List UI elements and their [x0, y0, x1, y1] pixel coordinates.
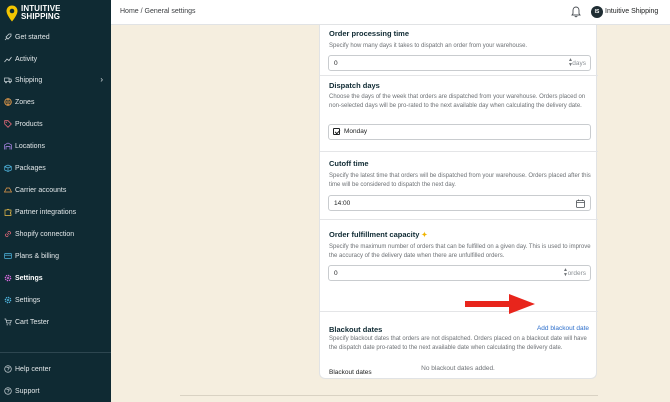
top-bar: Home / General settings IS Intuitive Shi…	[111, 0, 670, 25]
processing-days-input[interactable]: 0 ▲ ▼ days	[328, 55, 591, 71]
carrier-icon	[4, 186, 12, 194]
sidebar-item-carrier-accounts[interactable]: Carrier accounts	[0, 180, 111, 200]
monday-checkbox[interactable]	[333, 128, 340, 135]
gear-icon	[4, 274, 12, 282]
input-suffix: days	[572, 60, 586, 67]
section-description: Specify the maximum number of orders tha…	[329, 244, 591, 259]
puzzle-icon	[4, 208, 12, 216]
sidebar-item-partner-integrations[interactable]: Partner integrations	[0, 202, 111, 222]
link-icon	[4, 230, 12, 238]
calendar-icon[interactable]	[576, 199, 585, 208]
sidebar-item-label: Help center	[15, 365, 51, 373]
sidebar-item-zones[interactable]: Zones	[0, 92, 111, 112]
card-icon	[4, 252, 12, 260]
chart-icon	[4, 55, 12, 63]
cutoff-time-input[interactable]: 14:00	[328, 195, 591, 211]
rocket-icon	[4, 33, 12, 41]
sidebar-item-label: Products	[15, 120, 43, 128]
input-value: 14:00	[334, 200, 351, 207]
sidebar-item-settings-active[interactable]: Settings	[0, 268, 111, 288]
section-title: Order processing time	[329, 29, 410, 38]
sidebar-item-label: Zones	[15, 98, 35, 106]
section-description: Specify the latest time that orders will…	[329, 173, 591, 188]
avatar[interactable]: IS	[591, 6, 603, 18]
location-pin-icon	[6, 5, 18, 21]
section-title: Cutoff time	[329, 159, 369, 168]
input-value: 0	[334, 60, 338, 67]
input-suffix: orders	[567, 270, 586, 277]
section-title: Order fulfillment capacity ✦	[329, 230, 427, 239]
sidebar-item-label: Packages	[15, 164, 46, 172]
sidebar-item-shipping[interactable]: Shipping ›	[0, 70, 111, 90]
sidebar-item-label: Carrier accounts	[15, 186, 67, 194]
sidebar-item-locations[interactable]: Locations	[0, 136, 111, 156]
input-value: 0	[334, 270, 338, 277]
section-description: Choose the days of the week that orders …	[329, 94, 586, 109]
sidebar-item-label: Shopify connection	[15, 230, 75, 238]
page-divider	[180, 395, 598, 396]
annotation-arrow-icon	[465, 294, 535, 314]
user-name[interactable]: Intuitive Shipping	[605, 8, 658, 15]
section-description: Specify how many days it takes to dispat…	[329, 43, 528, 49]
brand-logo[interactable]: INTUITIVE SHIPPING	[6, 2, 61, 24]
sidebar-item-activity[interactable]: Activity	[0, 49, 111, 69]
gear-icon	[4, 296, 12, 304]
sidebar-item-plans-billing[interactable]: Plans & billing	[0, 246, 111, 266]
sidebar-item-label: Support	[15, 387, 40, 395]
sidebar-item-help-center[interactable]: Help center	[0, 359, 111, 379]
sidebar-item-settings[interactable]: Settings	[0, 290, 111, 310]
tag-icon	[4, 120, 12, 128]
box-icon	[4, 164, 12, 172]
section-fulfillment-capacity: Order fulfillment capacity ✦ Specify the…	[320, 220, 598, 312]
help-icon	[4, 365, 12, 373]
chevron-right-icon: ›	[100, 75, 103, 84]
selected-day: Monday	[344, 128, 368, 136]
sidebar-item-label: Locations	[15, 142, 45, 150]
sidebar-item-label: Cart Tester	[15, 318, 50, 326]
section-title-text: Order fulfillment capacity	[329, 230, 420, 239]
sidebar-item-label: Settings	[15, 296, 41, 304]
sidebar-item-get-started[interactable]: Get started	[0, 27, 111, 47]
section-title: Dispatch days	[329, 81, 380, 90]
sidebar-item-label: Settings	[15, 274, 43, 282]
sidebar-item-packages[interactable]: Packages	[0, 158, 111, 178]
breadcrumb[interactable]: Home / General settings	[120, 8, 195, 15]
bell-icon[interactable]	[571, 6, 581, 18]
section-dispatch-days: Dispatch days Choose the days of the wee…	[320, 76, 598, 152]
section-order-processing-time: Order processing time Specify how many d…	[320, 25, 598, 76]
dispatch-days-select[interactable]: Monday	[328, 124, 591, 140]
sidebar-item-label: Plans & billing	[15, 252, 59, 260]
blackout-empty-message: No blackout dates added.	[421, 365, 495, 372]
sidebar-item-support[interactable]: Support	[0, 381, 111, 401]
cart-icon	[4, 318, 12, 326]
sidebar-item-label: Get started	[15, 33, 50, 41]
truck-icon	[4, 76, 12, 84]
section-description: Specify blackout dates that orders are n…	[329, 336, 587, 351]
support-icon	[4, 387, 12, 395]
sidebar-item-label: Shipping	[15, 76, 43, 84]
warehouse-icon	[4, 142, 12, 150]
sidebar-item-label: Partner integrations	[15, 208, 77, 216]
sidebar: INTUITIVE SHIPPING Get started Activity …	[0, 0, 111, 402]
sparkle-icon: ✦	[421, 232, 428, 239]
sidebar-item-products[interactable]: Products	[0, 114, 111, 134]
sidebar-divider	[0, 352, 111, 353]
capacity-input[interactable]: 0 ▲ ▼ orders	[328, 265, 591, 281]
globe-icon	[4, 98, 12, 106]
sidebar-item-shopify-connection[interactable]: Shopify connection	[0, 224, 111, 244]
brand-line-2: SHIPPING	[21, 12, 61, 21]
add-blackout-date-link[interactable]: Add blackout date	[537, 325, 589, 332]
sidebar-item-label: Activity	[15, 55, 38, 63]
section-title: Blackout dates	[329, 325, 383, 334]
sidebar-item-cart-tester[interactable]: Cart Tester	[0, 312, 111, 332]
section-cutoff-time: Cutoff time Specify the latest time that…	[320, 152, 598, 220]
settings-card: Order processing time Specify how many d…	[319, 25, 598, 379]
